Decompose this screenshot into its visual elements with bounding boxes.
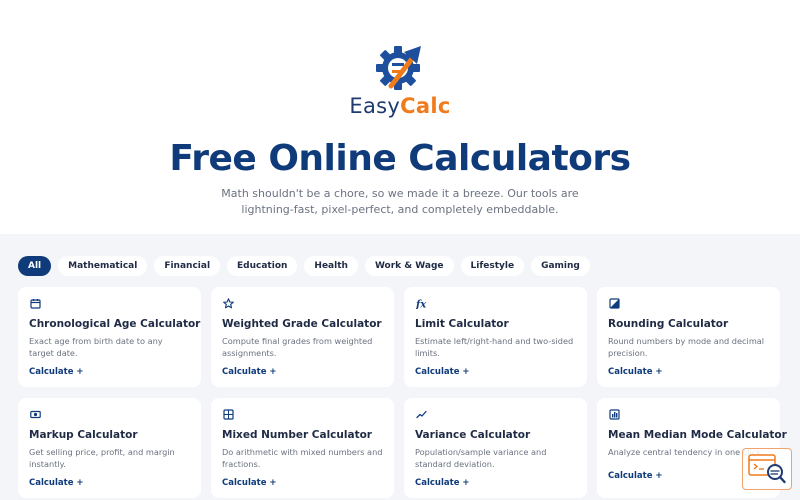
gear-arrow-logo-icon <box>376 46 421 90</box>
card-title: Chronological Age Calculator <box>29 318 201 330</box>
calculator-section: All Mathematical Financial Education Hea… <box>0 234 800 500</box>
calculate-link[interactable]: Calculate + <box>608 367 663 377</box>
calculator-grid: Chronological Age Calculator Exact age f… <box>18 287 787 498</box>
card-description: Do arithmetic with mixed numbers and fra… <box>222 447 383 469</box>
filter-mathematical[interactable]: Mathematical <box>58 256 148 276</box>
calculator-card[interactable]: Variance Calculator Population/sample va… <box>404 398 587 498</box>
category-filters: All Mathematical Financial Education Hea… <box>18 256 590 276</box>
card-description: Get selling price, profit, and margin in… <box>29 447 175 469</box>
calculator-card[interactable]: Weighted Grade Calculator Compute final … <box>211 287 394 387</box>
brand-easy: Easy <box>349 94 401 118</box>
page-title: Free Online Calculators <box>169 138 631 179</box>
brand-calc: Calc <box>400 94 451 118</box>
card-title: Mean Median Mode Calculator <box>608 429 787 441</box>
filter-financial[interactable]: Financial <box>154 256 221 276</box>
logo[interactable]: EasyCalc <box>0 40 800 118</box>
svg-text:fx: fx <box>416 299 427 309</box>
card-title: Markup Calculator <box>29 429 138 441</box>
trend-icon <box>415 408 427 420</box>
card-title: Weighted Grade Calculator <box>222 318 382 330</box>
function-icon: fx <box>415 297 427 309</box>
chart-icon <box>608 408 620 420</box>
filter-health[interactable]: Health <box>304 256 358 276</box>
filter-education[interactable]: Education <box>227 256 298 276</box>
calculator-card[interactable]: Mixed Number Calculator Do arithmetic wi… <box>211 398 394 498</box>
rounding-icon <box>608 297 620 309</box>
calculator-card[interactable]: Markup Calculator Get selling price, pro… <box>18 398 201 498</box>
calendar-icon <box>29 297 41 309</box>
calculate-link[interactable]: Calculate + <box>29 367 84 377</box>
card-description: Population/sample variance and standard … <box>415 447 547 469</box>
card-description: Round numbers by mode and decimal precis… <box>608 336 765 358</box>
card-description: Estimate left/right-hand and two-sided l… <box>415 336 574 358</box>
calculator-card[interactable]: Rounding Calculator Round numbers by mod… <box>597 287 780 387</box>
search-code-icon <box>748 454 786 484</box>
calculate-link[interactable]: Calculate + <box>415 478 470 488</box>
card-title: Mixed Number Calculator <box>222 429 372 441</box>
calculate-link[interactable]: Calculate + <box>222 478 277 488</box>
filter-all[interactable]: All <box>18 256 52 276</box>
card-title: Limit Calculator <box>415 318 509 330</box>
calculate-link[interactable]: Calculate + <box>29 478 84 488</box>
star-icon <box>222 297 234 309</box>
hero-section: EasyCalc Free Online Calculators Math sh… <box>0 0 800 234</box>
filter-work-wage[interactable]: Work & Wage <box>364 256 454 276</box>
calculator-card[interactable]: Chronological Age Calculator Exact age f… <box>18 287 201 387</box>
grid-icon <box>222 408 234 420</box>
filter-lifestyle[interactable]: Lifestyle <box>460 256 525 276</box>
card-title: Rounding Calculator <box>608 318 729 330</box>
search-widget-button[interactable] <box>742 448 792 490</box>
calculator-card[interactable]: fx Limit Calculator Estimate left/right-… <box>404 287 587 387</box>
card-title: Variance Calculator <box>415 429 531 441</box>
filter-gaming[interactable]: Gaming <box>531 256 590 276</box>
card-description: Compute final grades from weighted assig… <box>222 336 373 358</box>
money-icon <box>29 408 41 420</box>
calculate-link[interactable]: Calculate + <box>415 367 470 377</box>
calculate-link[interactable]: Calculate + <box>608 471 663 481</box>
calculate-link[interactable]: Calculate + <box>222 367 277 377</box>
page-subtitle: Math shouldn't be a chore, so we made it… <box>221 187 579 216</box>
brand-name: EasyCalc <box>349 94 450 118</box>
card-description: Exact age from birth date to any target … <box>29 336 163 358</box>
